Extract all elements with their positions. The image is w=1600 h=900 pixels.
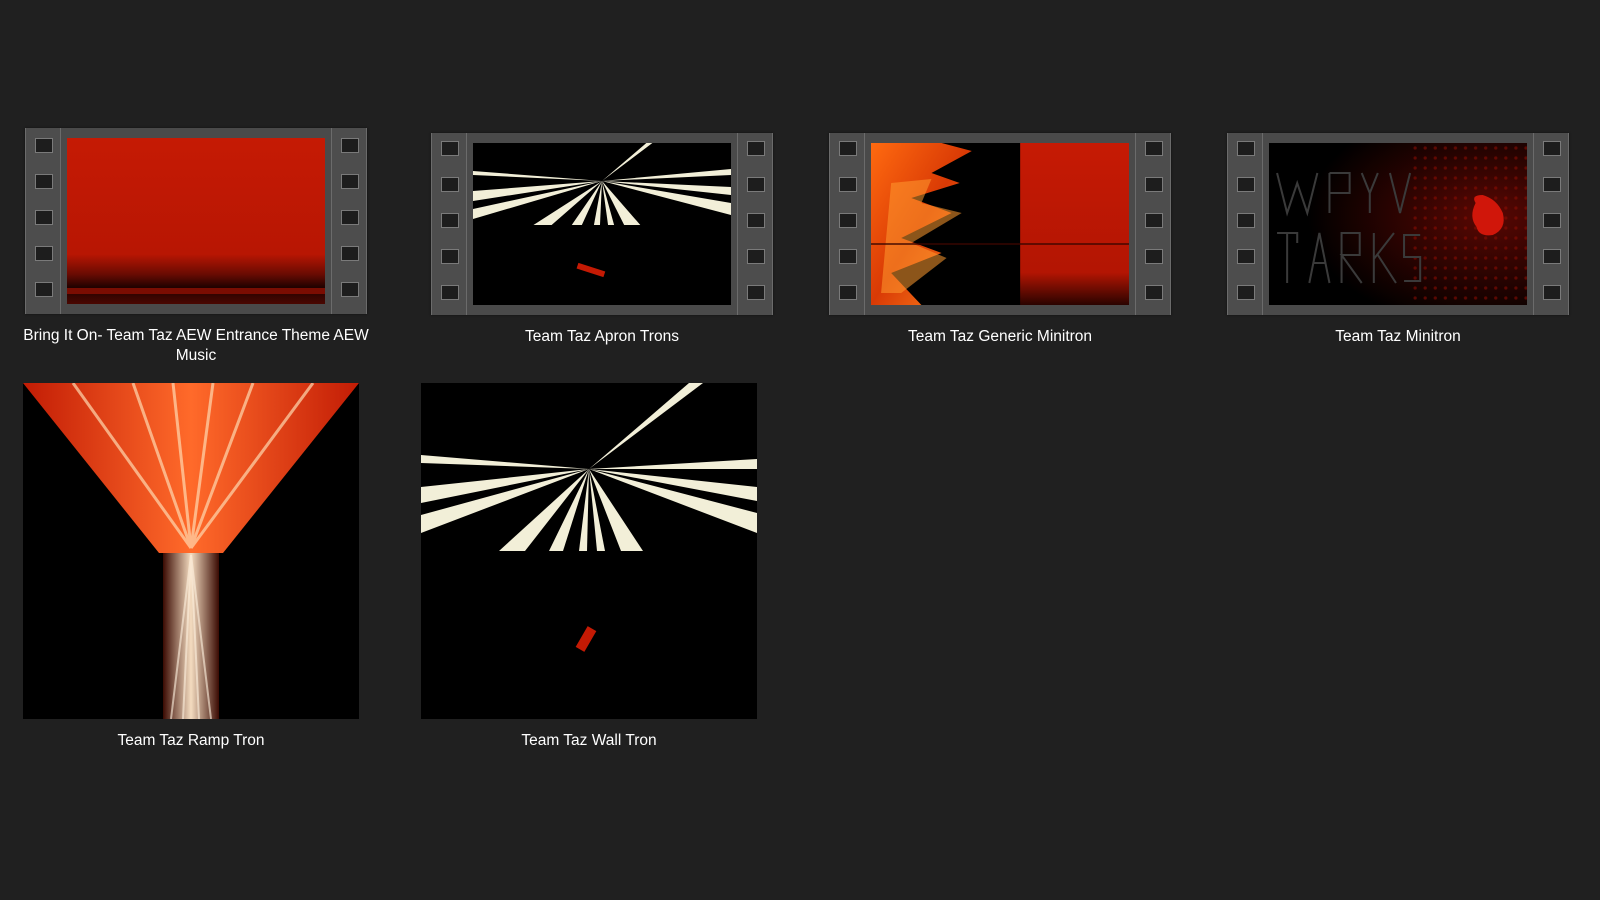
video-preview-frame	[871, 143, 1129, 305]
file-name-label: Team Taz Minitron	[1335, 328, 1461, 345]
image-thumbnail-icon[interactable]	[421, 383, 757, 719]
video-thumbnail-icon[interactable]	[431, 133, 773, 315]
file-item-wall-tron[interactable]: Team Taz Wall Tron	[404, 383, 774, 751]
file-item-apron-trons[interactable]: Team Taz Apron Trons	[417, 133, 787, 347]
video-thumbnail-icon[interactable]	[1227, 133, 1569, 315]
image-thumbnail-icon[interactable]	[23, 383, 359, 719]
filmstrip-left	[1227, 133, 1263, 315]
file-explorer-view: Bring It On- Team Taz AEW Entrance Theme…	[0, 0, 1600, 900]
file-name-label: Team Taz Wall Tron	[521, 732, 657, 749]
video-thumbnail-icon[interactable]	[829, 133, 1171, 315]
filmstrip-right	[331, 128, 367, 314]
filmstrip-left	[829, 133, 865, 315]
filmstrip-right	[1135, 133, 1171, 315]
file-item-generic-minitron[interactable]: Team Taz Generic Minitron	[815, 133, 1185, 347]
file-item-minitron[interactable]: Team Taz Minitron	[1213, 133, 1583, 347]
video-preview-frame	[473, 143, 731, 305]
video-preview-frame	[1269, 143, 1527, 305]
file-name-label: Team Taz Apron Trons	[525, 328, 679, 345]
file-name-label: Team Taz Ramp Tron	[117, 732, 265, 749]
filmstrip-left	[431, 133, 467, 315]
filmstrip-left	[25, 128, 61, 314]
file-item-ramp-tron[interactable]: Team Taz Ramp Tron	[6, 383, 376, 751]
file-item-bring-it-on[interactable]: Bring It On- Team Taz AEW Entrance Theme…	[11, 128, 381, 366]
filmstrip-right	[737, 133, 773, 315]
video-preview-frame	[67, 138, 325, 304]
filmstrip-right	[1533, 133, 1569, 315]
file-name-label: Bring It On- Team Taz AEW Entrance Theme…	[23, 327, 369, 364]
file-name-label: Team Taz Generic Minitron	[907, 328, 1093, 345]
video-thumbnail-icon[interactable]	[25, 128, 367, 314]
